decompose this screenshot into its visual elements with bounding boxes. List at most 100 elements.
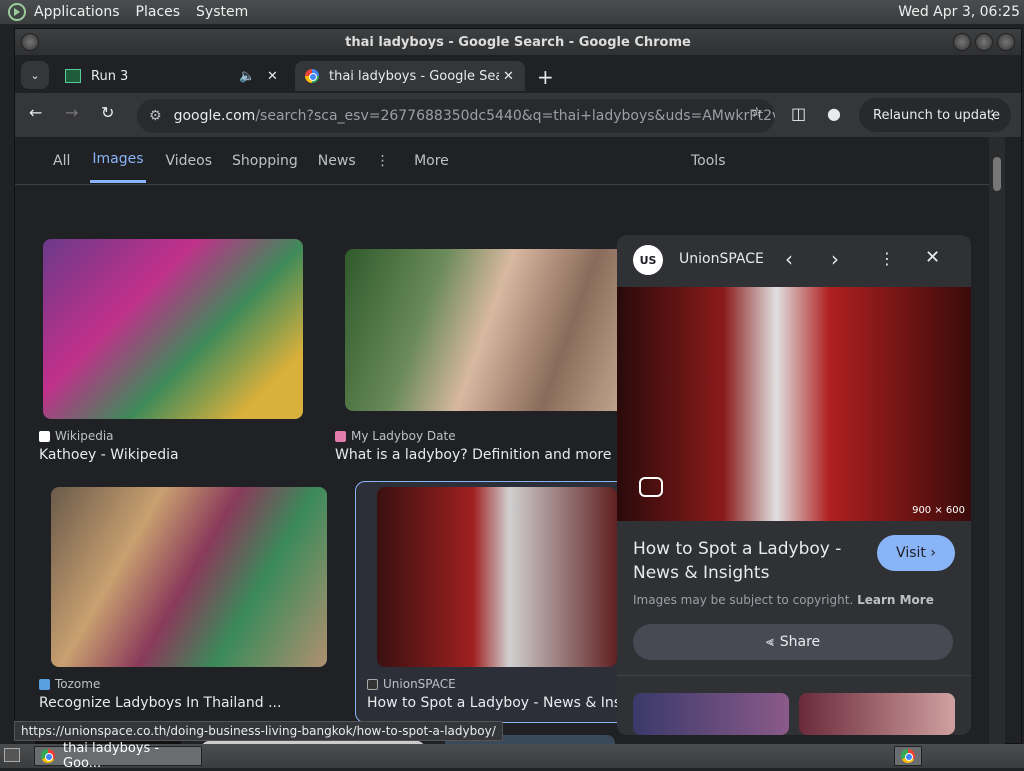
- close-panel-icon[interactable]: ✕: [925, 247, 940, 268]
- search-tabs: All Images Videos Shopping News ⋮ More T…: [15, 137, 1005, 185]
- result-image-ladyboy-date[interactable]: [345, 249, 625, 411]
- next-image-icon[interactable]: ›: [831, 247, 839, 271]
- related-image[interactable]: [633, 693, 789, 735]
- tools-button[interactable]: Tools: [691, 153, 726, 169]
- panel-title[interactable]: How to Spot a Ladyboy - News & Insights: [633, 537, 841, 585]
- run3-favicon-icon: [65, 69, 81, 83]
- divider: [617, 675, 971, 676]
- gnome-top-panel: Applications Places System Wed Apr 3, 06…: [0, 0, 1024, 24]
- taskbar-item-chrome[interactable]: thai ladyboys - Goo...: [34, 741, 202, 771]
- wikipedia-icon: [39, 430, 50, 442]
- status-url-bubble: https://unionspace.co.th/doing-business-…: [14, 721, 503, 741]
- tab-shopping[interactable]: Shopping: [232, 153, 298, 169]
- result-image-tozome[interactable]: [51, 487, 327, 667]
- preview-image[interactable]: [617, 287, 971, 521]
- tab-more[interactable]: ⋮ More: [376, 153, 449, 169]
- google-favicon-icon: [305, 69, 319, 83]
- url-domain: google.com: [173, 108, 256, 124]
- result-source: UnionSPACE: [367, 677, 456, 691]
- site-info-icon[interactable]: ⚙: [149, 108, 162, 124]
- maximize-icon[interactable]: [975, 33, 993, 51]
- relaunch-label: Relaunch to update: [873, 107, 1001, 123]
- share-icon: ⫷: [765, 634, 774, 650]
- result-title[interactable]: How to Spot a Ladyboy - News & Insights: [367, 695, 617, 711]
- copyright-note: Images may be subject to copyright. Lear…: [633, 593, 934, 607]
- image-preview-panel: US UnionSPACE ‹ › ⋮ ✕ 900 × 600 How to S…: [617, 235, 971, 735]
- close-tab-icon[interactable]: ✕: [267, 69, 278, 84]
- tab-videos[interactable]: Videos: [166, 153, 213, 169]
- source-label: Wikipedia: [55, 429, 114, 443]
- relaunch-button[interactable]: Relaunch to update ⋮: [859, 98, 1011, 132]
- tab-more-label: More: [414, 152, 449, 169]
- chrome-window: thai ladyboys - Google Search - Google C…: [14, 28, 1022, 745]
- tab-google-search[interactable]: thai ladyboys - Google Search ✕: [295, 61, 525, 91]
- back-icon[interactable]: ←: [29, 103, 42, 122]
- close-window-icon[interactable]: [997, 33, 1015, 51]
- result-source: Wikipedia: [39, 429, 114, 443]
- tab-label: Run 3: [91, 68, 129, 84]
- reload-icon[interactable]: ↻: [101, 103, 114, 122]
- source-label: My Ladyboy Date: [351, 429, 456, 443]
- copyright-text: Images may be subject to copyright.: [633, 593, 854, 607]
- prev-image-icon[interactable]: ‹: [785, 247, 793, 271]
- panel-menu-icon[interactable]: ⋮: [879, 249, 895, 268]
- tab-label: thai ladyboys - Google Search: [329, 68, 499, 84]
- speaker-icon[interactable]: 🔈: [239, 69, 255, 84]
- source-label: Tozome: [55, 677, 101, 691]
- result-image-kathoey[interactable]: [43, 239, 303, 419]
- related-image[interactable]: [799, 693, 955, 735]
- minimize-icon[interactable]: [953, 33, 971, 51]
- kebab-menu-icon[interactable]: ⋮: [986, 108, 999, 123]
- unionspace-logo: US: [633, 245, 663, 275]
- bookmark-star-icon[interactable]: ☆: [750, 105, 763, 121]
- chrome-icon: [901, 749, 915, 763]
- tozome-icon: [39, 678, 50, 690]
- panel-title-line2: News & Insights: [633, 563, 770, 583]
- menu-applications[interactable]: Applications: [34, 4, 120, 20]
- new-tab-icon[interactable]: +: [537, 65, 554, 89]
- clock[interactable]: Wed Apr 3, 06:25: [898, 4, 1020, 20]
- site-icon: [335, 430, 346, 442]
- menu-places[interactable]: Places: [136, 4, 181, 20]
- omnibox[interactable]: ⚙ google.com /search?sca_esv=2677688350d…: [137, 99, 775, 133]
- visit-label: Visit: [896, 545, 926, 561]
- tab-all[interactable]: All: [53, 153, 70, 169]
- panel-title-line1: How to Spot a Ladyboy -: [633, 539, 842, 559]
- result-image-unionspace[interactable]: [377, 487, 617, 667]
- panel-source[interactable]: UnionSPACE: [679, 251, 764, 267]
- tab-run3[interactable]: Run 3 🔈 ✕: [55, 61, 291, 91]
- gnome-taskbar: thai ladyboys - Goo...: [0, 741, 1024, 771]
- result-source: Tozome: [39, 677, 100, 691]
- result-title[interactable]: Kathoey - Wikipedia: [39, 447, 179, 463]
- result-title[interactable]: What is a ladyboy? Definition and more .…: [335, 447, 629, 463]
- tab-search-icon[interactable]: ⌄: [21, 61, 49, 89]
- result-source: My Ladyboy Date: [335, 429, 456, 443]
- page-scrollbar[interactable]: [989, 137, 1005, 745]
- close-tab-icon[interactable]: ✕: [503, 69, 514, 84]
- source-label: UnionSPACE: [383, 677, 456, 691]
- forward-icon[interactable]: →: [65, 103, 78, 122]
- window-titlebar[interactable]: thai ladyboys - Google Search - Google C…: [15, 29, 1021, 55]
- tab-images[interactable]: Images: [90, 138, 146, 183]
- lens-icon[interactable]: [639, 477, 663, 497]
- share-label: Share: [779, 634, 821, 650]
- side-panel-icon[interactable]: ◫: [791, 104, 806, 123]
- workspace-chrome-icon[interactable]: [894, 746, 922, 766]
- window-menu-icon[interactable]: [21, 33, 39, 51]
- tab-news[interactable]: News: [318, 153, 356, 169]
- share-button[interactable]: ⫷ Share: [633, 624, 953, 660]
- unionspace-icon: [367, 678, 378, 690]
- learn-more-link[interactable]: Learn More: [857, 593, 934, 607]
- window-title: thai ladyboys - Google Search - Google C…: [345, 34, 691, 50]
- result-title[interactable]: Recognize Ladyboys In Thailand ...: [39, 695, 281, 711]
- menu-system[interactable]: System: [196, 4, 248, 20]
- show-desktop-icon[interactable]: [4, 748, 20, 762]
- image-dimensions: 900 × 600: [912, 505, 965, 516]
- scrollbar-thumb[interactable]: [993, 157, 1001, 191]
- taskbar-item-label: thai ladyboys - Goo...: [63, 741, 160, 771]
- chrome-icon: [41, 749, 55, 763]
- gnome-logo-icon[interactable]: [8, 3, 26, 21]
- toolbar: ← → ↻ ⚙ google.com /search?sca_esv=26776…: [15, 93, 1021, 137]
- visit-button[interactable]: Visit ›: [877, 535, 955, 571]
- profile-icon[interactable]: ●: [827, 104, 841, 123]
